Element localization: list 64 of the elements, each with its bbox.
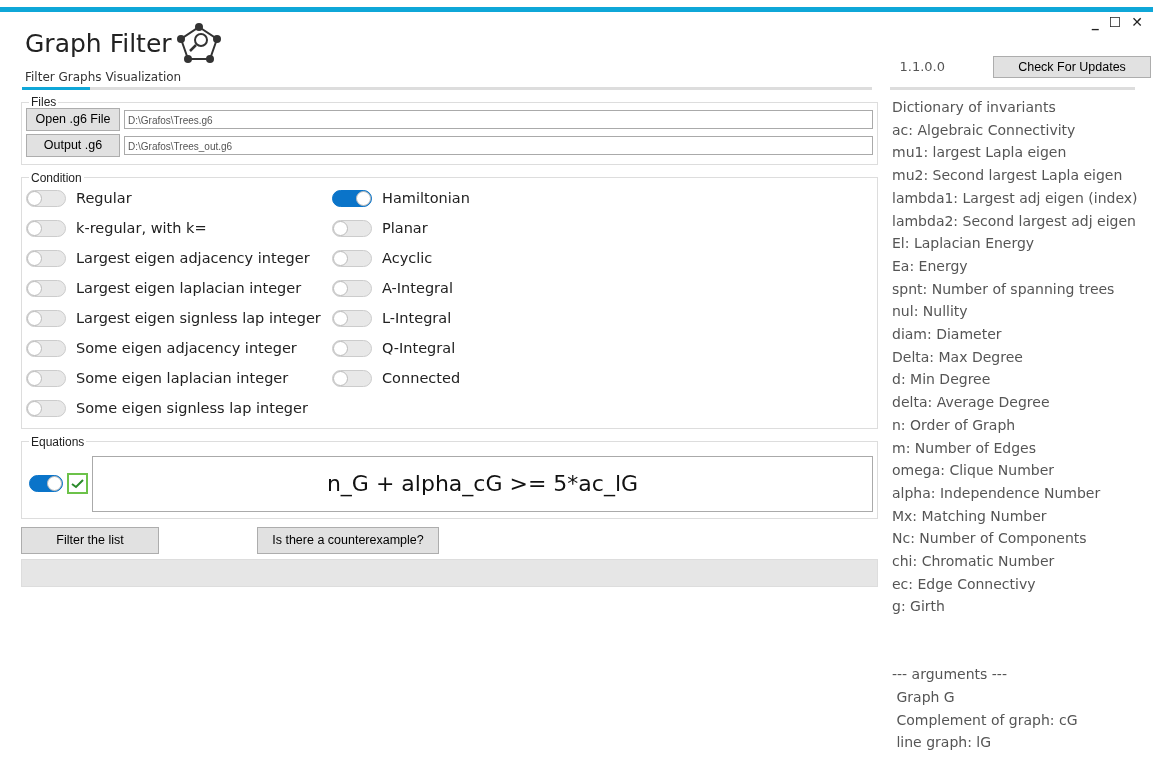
dictionary-line: diam: Diameter [892,325,1003,345]
path-field[interactable]: D:\Grafos\Trees.g6 [124,109,873,129]
action-button[interactable]: Filter the list [21,526,159,554]
maximize-button[interactable]: ☐ [1108,12,1122,33]
condition-label: Some eigen laplacian integer [76,368,289,388]
condition-label: Some eigen signless lap integer [76,398,308,418]
app-subtitle: Filter Graphs Visualization [25,69,183,86]
dictionary-line: spnt: Number of spanning trees [892,279,1116,299]
dictionary-line: Delta: Max Degree [892,347,1024,367]
group-label: Condition [30,171,83,184]
dictionary-line: Mx: Matching Number [892,506,1048,526]
dictionary-line: omega: Clique Number [892,461,1056,481]
condition-label: k-regular, with k= [76,218,207,238]
argument-line: --- arguments --- [892,665,1008,685]
dictionary-line: mu1: largest Lapla eigen [892,143,1068,163]
argument-line: Graph G [895,687,956,707]
condition-label: L-Integral [382,308,452,328]
dictionary-line: delta: Average Degree [892,393,1051,413]
dictionary-line: nul: Nullity [892,302,969,322]
action-button[interactable]: Is there a counterexample? [257,526,439,554]
file-button[interactable]: Open .g6 File [26,108,120,131]
file-button[interactable]: Output .g6 [26,133,120,157]
condition-label: Hamiltonian [382,188,470,208]
path-field[interactable]: D:\Grafos\Trees_out.g6 [124,135,873,155]
argument-line: Complement of graph: cG [895,710,1079,730]
group-label: Files [30,96,58,108]
condition-label: Planar [382,218,428,238]
condition-label: Some eigen adjacency integer [76,338,297,358]
check-updates-button[interactable]: Check For Updates [993,55,1151,79]
dictionary-line: Ea: Energy [892,256,969,276]
condition-label: A-Integral [382,278,453,298]
minimize-button[interactable]: _ [1091,12,1099,33]
dictionary-line: lambda1: Largest adj eigen (index) [892,188,1138,208]
dictionary-line: alpha: Independence Number [892,483,1102,503]
checkbox[interactable] [67,473,88,494]
condition-label: Largest eigen adjacency integer [76,248,310,268]
dictionary-line: ac: Algebraic Connectivity [892,120,1077,140]
condition-label: Largest eigen signless lap integer [76,308,321,328]
dictionary-line: d: Min Degree [892,370,992,390]
toggle-switch[interactable] [332,190,372,207]
dictionary-line: chi: Chromatic Number [892,552,1056,572]
dictionary-line: n: Order of Graph [892,415,1017,435]
dictionary-line: m: Number of Edges [892,438,1037,458]
dictionary-line: lambda2: Second largest adj eigen [892,211,1137,231]
dictionary-line: mu2: Second largest Lapla eigen [892,166,1124,186]
condition-label: Acyclic [382,248,433,268]
graph-logo-icon [175,22,222,64]
group-label: Equations [30,435,86,448]
condition-label: Q-Integral [382,338,456,358]
close-button[interactable]: ✕ [1131,12,1143,33]
dictionary-line: Dictionary of invariants [892,98,1057,117]
dictionary-line: ec: Edge Connectivy [892,574,1037,594]
app-title: Graph Filter [25,30,172,56]
version-label: 1.1.0.0 [899,58,945,77]
equation-field[interactable]: n_G + alpha_cG >= 5*ac_lG [92,455,873,512]
condition-label: Connected [382,368,461,388]
dictionary-line: El: Laplacian Energy [892,234,1036,254]
condition-label: Largest eigen laplacian integer [76,278,302,298]
check-icon [71,478,84,489]
dictionary-line: g: Girth [892,597,946,617]
dictionary-line: Nc: Number of Components [892,529,1088,549]
condition-label: Regular [76,188,132,208]
argument-line: line graph: lG [895,733,993,753]
toggle-switch[interactable] [29,475,63,492]
